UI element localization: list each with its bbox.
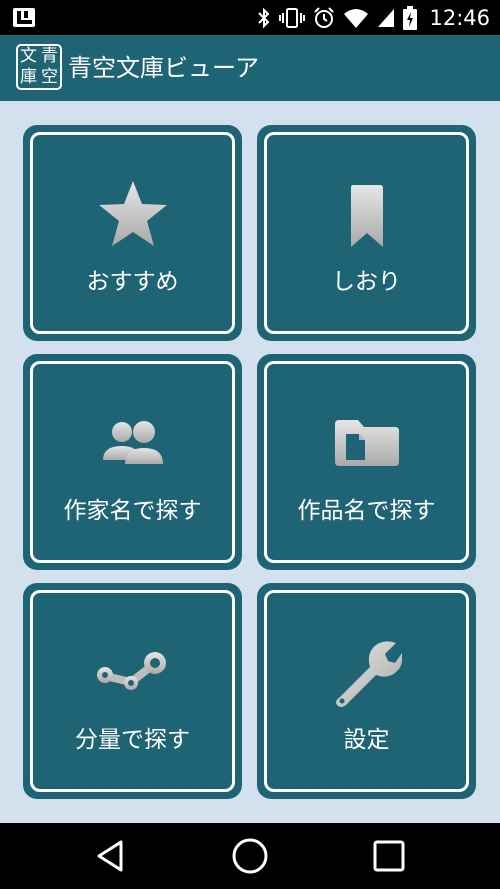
tile-bookmarks[interactable]: しおり (257, 125, 476, 341)
status-clock: 12:46 (429, 5, 490, 30)
app-logo: 文 青 庫 空 (16, 44, 62, 90)
battery-icon (403, 5, 418, 30)
app-bar: 文 青 庫 空 青空文庫ビューア (0, 35, 500, 101)
launcher-icon (13, 8, 35, 27)
app-title: 青空文庫ビューア (68, 54, 260, 82)
status-bar: 12:46 (0, 0, 500, 35)
tile-label: 作品名で探す (297, 498, 436, 524)
logo-char: 空 (41, 67, 58, 87)
tile-label: 分量で探す (75, 727, 190, 753)
recents-icon (373, 840, 405, 872)
bluetooth-icon (258, 7, 270, 28)
home-icon (232, 838, 268, 874)
tile-settings[interactable]: 設定 (257, 583, 476, 799)
connection-icon (96, 652, 166, 690)
logo-char: 青 (41, 46, 58, 66)
bookmark-icon (350, 185, 383, 247)
home-button[interactable] (210, 823, 290, 889)
tile-search-title[interactable]: 作品名で探す (257, 354, 476, 570)
signal-icon (378, 8, 395, 27)
recents-button[interactable] (349, 823, 429, 889)
tile-label: しおり (332, 269, 401, 295)
logo-char: 文 (20, 46, 37, 66)
alarm-icon (314, 6, 335, 28)
back-button[interactable] (70, 823, 150, 889)
wrench-icon (335, 641, 402, 707)
star-icon (98, 181, 167, 246)
tile-label: おすすめ (86, 269, 179, 295)
tile-label: 作家名で探す (63, 498, 202, 524)
tile-search-length[interactable]: 分量で探す (23, 583, 242, 799)
tile-label: 設定 (343, 727, 390, 753)
folder-icon (334, 420, 399, 466)
back-icon (97, 840, 123, 872)
logo-char: 庫 (20, 67, 37, 87)
navigation-bar (0, 823, 500, 889)
vibrate-icon (279, 7, 306, 28)
wifi-icon (344, 8, 369, 28)
tile-search-author[interactable]: 作家名で探す (23, 354, 242, 570)
tile-recommended[interactable]: おすすめ (23, 125, 242, 341)
people-icon (102, 421, 163, 464)
